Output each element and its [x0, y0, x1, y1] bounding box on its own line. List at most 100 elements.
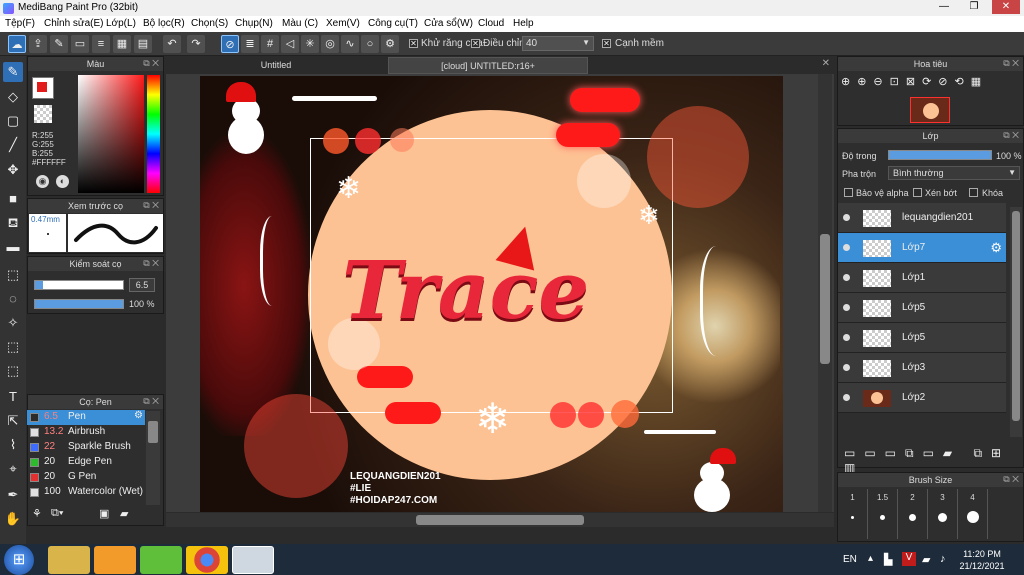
panel-popout-icon[interactable]: ⧉ ✕: [1003, 130, 1019, 141]
language-indicator[interactable]: EN: [843, 554, 857, 565]
select-eraser-icon[interactable]: ⬚: [3, 361, 23, 381]
eye-icon[interactable]: [843, 364, 850, 371]
color-picker-square[interactable]: [78, 75, 144, 193]
menu-tools[interactable]: Công cụ(T): [368, 18, 418, 29]
brush-item-g-pen[interactable]: 20 G Pen: [27, 470, 145, 485]
brush-size-2[interactable]: 2: [898, 489, 928, 539]
brush-size-1[interactable]: 1: [838, 489, 868, 539]
folder-tray-icon[interactable]: ▰: [922, 553, 930, 566]
tab-untitled[interactable]: Untitled: [166, 57, 386, 74]
menu-select[interactable]: Chọn(S): [191, 18, 228, 29]
brush-item-edge-pen[interactable]: 20 Edge Pen: [27, 455, 145, 470]
menu-layer[interactable]: Lớp(L): [106, 18, 136, 29]
adjust-input[interactable]: 40 ▼: [522, 36, 594, 51]
menu-capture[interactable]: Chụp(N): [235, 18, 273, 29]
panel-popout-icon[interactable]: ⧉ ✕: [143, 58, 159, 69]
app-icon-green[interactable]: [140, 546, 182, 574]
grid-snap-icon[interactable]: #: [261, 35, 279, 53]
brush-item-pen[interactable]: 6.5 Pen ⚙: [27, 410, 145, 425]
close-icon[interactable]: ✕: [822, 58, 830, 69]
brush-size-4[interactable]: 4: [958, 489, 988, 539]
brush-size-3[interactable]: 3: [928, 489, 958, 539]
artwork-canvas[interactable]: ❄ ❄ ❄ Trace LEQUANGDIEN201 #LIE #HOIDAP2…: [200, 76, 783, 512]
ellipse-snap-icon[interactable]: ○: [361, 35, 379, 53]
antialias-checkbox[interactable]: ✕: [409, 39, 418, 48]
network-icon[interactable]: ▙: [884, 553, 892, 566]
eye-icon[interactable]: [843, 394, 850, 401]
curve-snap-icon[interactable]: ∿: [341, 35, 359, 53]
vanishing-snap-icon[interactable]: ◁: [281, 35, 299, 53]
snap-off-icon[interactable]: ⊘: [221, 35, 239, 53]
menu-edit[interactable]: Chỉnh sửa(E): [44, 18, 104, 29]
opacity-slider[interactable]: [34, 299, 124, 309]
maximize-button[interactable]: ❐: [960, 0, 988, 14]
gear-icon[interactable]: ⚙: [134, 410, 143, 421]
lock-checkbox[interactable]: [969, 188, 978, 197]
panel-popout-icon[interactable]: ⧉ ✕: [143, 258, 159, 269]
panel-popout-icon[interactable]: ⧉ ✕: [143, 200, 159, 211]
tab-cloud-untitled[interactable]: [cloud] UNTITLED:r16+: [388, 57, 588, 74]
settings-icon[interactable]: ⚙: [381, 35, 399, 53]
eye-icon[interactable]: [843, 244, 850, 251]
text-tool-icon[interactable]: T: [3, 387, 23, 407]
file-explorer-icon[interactable]: [48, 546, 90, 574]
tray-arrow-icon[interactable]: ▴: [868, 553, 873, 564]
brush-item-watercolor[interactable]: 100 Watercolor (Wet): [27, 485, 145, 500]
eye-icon[interactable]: [843, 304, 850, 311]
size-value[interactable]: 6.5: [129, 278, 155, 292]
parallel-snap-icon[interactable]: ≣: [241, 35, 259, 53]
brush-item-airbrush[interactable]: 13.2 Airbrush: [27, 425, 145, 440]
layer-row[interactable]: Lớp3: [838, 353, 1006, 383]
new-file-icon[interactable]: ▭: [71, 35, 89, 53]
comment-icon[interactable]: ✎: [50, 35, 68, 53]
menu-filter[interactable]: Bộ lọc(R): [143, 18, 185, 29]
vietkey-icon[interactable]: V: [902, 552, 916, 566]
color-wheel-icon[interactable]: ◐: [56, 175, 69, 188]
menu-file[interactable]: Tệp(F): [5, 18, 35, 29]
layer-row[interactable]: Lớp5: [838, 293, 1006, 323]
pen-tool-icon[interactable]: ✒: [3, 485, 23, 505]
select-rect-icon[interactable]: ⬚: [3, 265, 23, 285]
brush-tool-icon[interactable]: ✎: [3, 62, 23, 82]
hand-tool-icon[interactable]: ✋: [3, 509, 23, 529]
eye-icon[interactable]: [843, 274, 850, 281]
horizontal-scrollbar[interactable]: [166, 513, 834, 527]
magic-wand-icon[interactable]: ✧: [3, 313, 23, 333]
minimize-button[interactable]: —: [930, 0, 958, 14]
size-slider[interactable]: [34, 280, 124, 290]
clip-checkbox[interactable]: [913, 188, 922, 197]
radial-snap-icon[interactable]: ✳: [301, 35, 319, 53]
panel-popout-icon[interactable]: ⧉ ✕: [1003, 474, 1019, 485]
operation-tool-icon[interactable]: ⇱: [3, 411, 23, 431]
volume-icon[interactable]: ♪: [940, 553, 946, 565]
blend-mode-select[interactable]: Bình thường ▼: [888, 166, 1020, 180]
gradient-tool-icon[interactable]: ▬: [3, 237, 23, 257]
line-tool-icon[interactable]: ╱: [3, 135, 23, 155]
circle-snap-icon[interactable]: ◎: [321, 35, 339, 53]
undo-icon[interactable]: ↶: [163, 35, 181, 53]
navigator-thumbnail[interactable]: [910, 97, 950, 123]
clock[interactable]: 11:20 PM 21/12/2021: [958, 548, 1006, 572]
menu-window[interactable]: Cửa sổ(W): [424, 18, 473, 29]
layer-opacity-slider[interactable]: [888, 150, 992, 160]
grid-icon[interactable]: ▦: [113, 35, 131, 53]
panel-icon[interactable]: ▤: [134, 35, 152, 53]
start-button[interactable]: ⊞: [4, 545, 34, 575]
media-player-icon[interactable]: [94, 546, 136, 574]
brush-menu-icon[interactable]: ⧉▾: [51, 507, 75, 523]
eraser-tool-icon[interactable]: ◇: [3, 87, 23, 107]
layer-row[interactable]: Lớp2: [838, 383, 1006, 413]
select-pen-icon[interactable]: ⬚: [3, 337, 23, 357]
layer-row[interactable]: Lớp7 ⚙: [838, 233, 1006, 263]
navigator-controls[interactable]: ⊕⊕⊖⊡⊠⟳⊘⟲▦: [841, 75, 1016, 91]
eyedropper-icon[interactable]: ⌖: [3, 459, 23, 479]
brush-folder-icon[interactable]: ▰: [120, 507, 136, 523]
cloud-icon[interactable]: ☁: [8, 35, 26, 53]
rect-tool-icon[interactable]: ▢: [3, 111, 23, 131]
menu-view[interactable]: Xem(V): [326, 18, 360, 29]
divide-tool-icon[interactable]: ⌇: [3, 435, 23, 455]
chrome-icon[interactable]: [186, 546, 228, 574]
document-icon[interactable]: ≡: [92, 35, 110, 53]
medibang-icon[interactable]: [232, 546, 274, 574]
sharpen-checkbox[interactable]: ✕: [602, 39, 611, 48]
